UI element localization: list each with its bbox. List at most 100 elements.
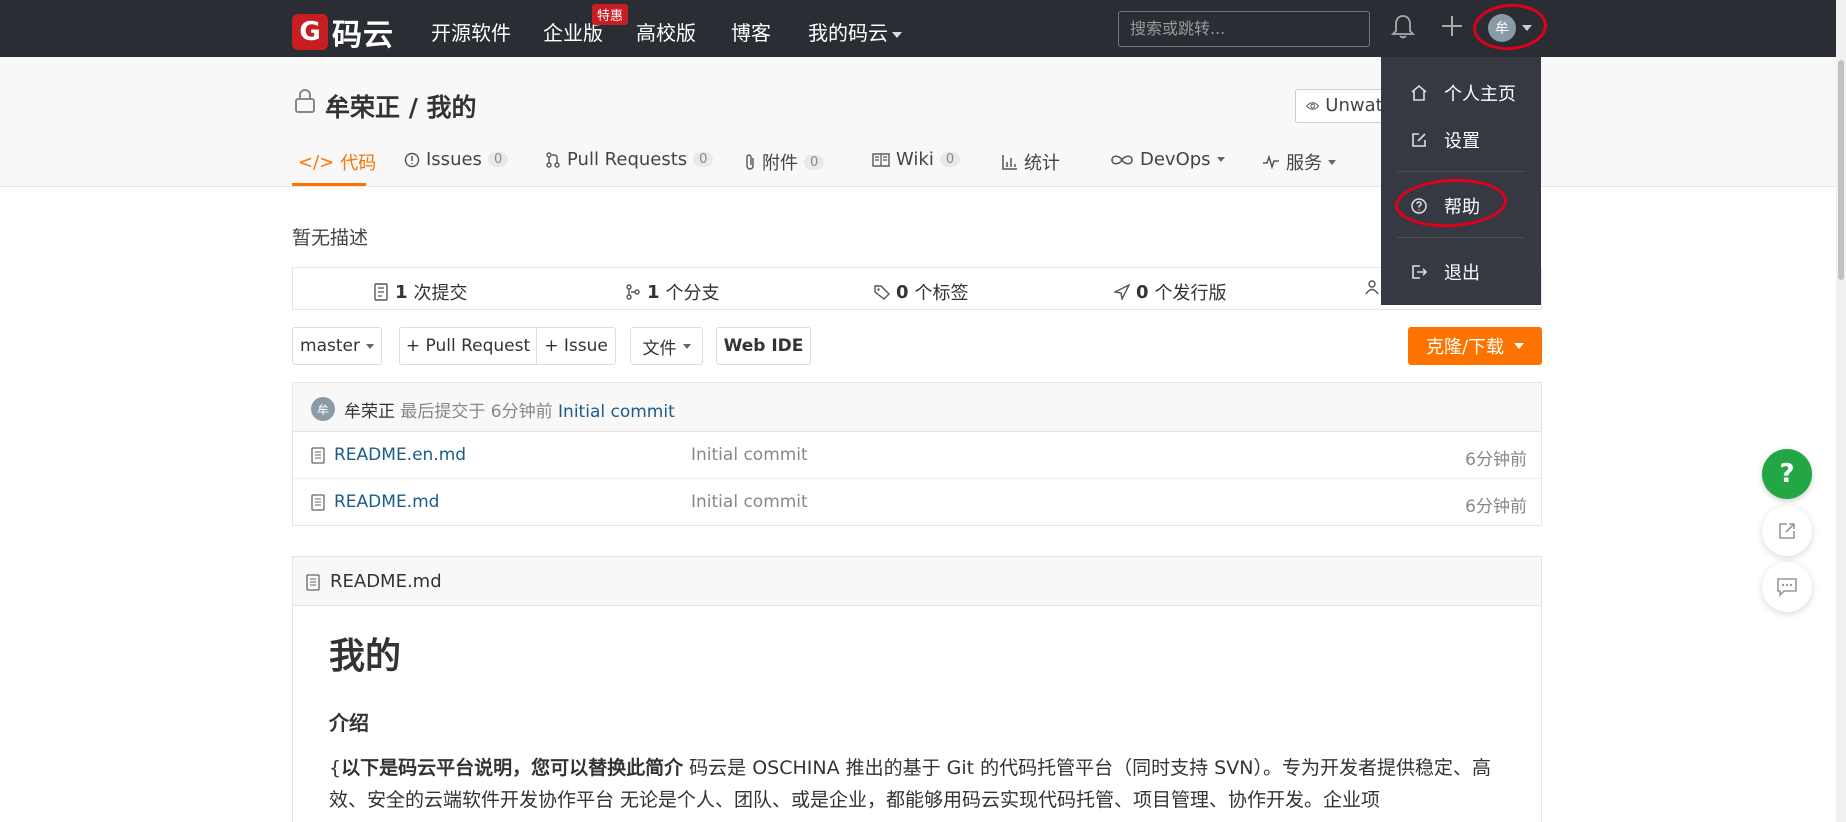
menu-item-settings[interactable]: 设置 xyxy=(1410,127,1480,153)
scrollbar-thumb[interactable] xyxy=(1838,60,1844,280)
pull-requests-count: 0 xyxy=(693,152,714,167)
avatar[interactable]: 牟 xyxy=(311,397,335,421)
nav-my-gitee[interactable]: 我的码云 xyxy=(808,17,902,46)
tab-pull-requests[interactable]: Pull Requests 0 xyxy=(545,149,714,170)
tab-wiki[interactable]: Wiki 0 xyxy=(872,149,961,170)
eye-icon xyxy=(1306,102,1320,110)
stat-branches[interactable]: 1 个分支 xyxy=(625,279,720,305)
chevron-down-icon xyxy=(365,343,374,349)
user-avatar[interactable]: 牟 xyxy=(1488,14,1516,42)
readme-panel: README.md 我的 介绍 {以下是码云平台说明，您可以替换此简介 码云是 … xyxy=(292,556,1542,822)
pulse-icon xyxy=(1263,155,1279,169)
tab-services-label: 服务 xyxy=(1286,153,1322,174)
file-name-link[interactable]: README.md xyxy=(334,492,439,512)
commit-message-link[interactable]: Initial commit xyxy=(558,402,675,422)
project-title[interactable]: 牟荣正 / 我的 xyxy=(325,88,477,124)
new-issue-button[interactable]: + Issue xyxy=(536,327,616,365)
clone-download-label: 克隆/下载 xyxy=(1425,337,1505,358)
chevron-down-icon xyxy=(1514,343,1525,349)
repo-stats-bar: 1 次提交 1 个分支 0 个标签 0 个发行版 xyxy=(292,267,1542,310)
stat-commits[interactable]: 1 次提交 xyxy=(373,279,468,305)
home-icon xyxy=(1411,84,1427,101)
branch-select-label: master xyxy=(300,336,360,356)
stat-releases[interactable]: 0 个发行版 xyxy=(1114,279,1227,305)
nav-my-gitee-label: 我的码云 xyxy=(808,21,888,45)
tab-attachments-label: 附件 xyxy=(762,153,798,174)
floating-chat-button[interactable] xyxy=(1762,562,1812,612)
lock-icon xyxy=(293,88,317,119)
info-circle-icon xyxy=(404,152,420,167)
menu-item-help[interactable]: 帮助 xyxy=(1410,193,1480,219)
bar-chart-icon xyxy=(1002,155,1017,170)
readme-brace: { xyxy=(329,757,342,779)
plus-icon[interactable] xyxy=(1440,14,1464,43)
nav-university[interactable]: 高校版 xyxy=(636,17,696,46)
book-icon xyxy=(872,152,890,167)
file-commit-message[interactable]: Initial commit xyxy=(691,445,808,465)
active-tab-underline xyxy=(292,183,366,186)
commit-icon xyxy=(374,283,388,301)
tab-code[interactable]: </> 代码 xyxy=(298,149,376,175)
releases-count: 0 xyxy=(1136,281,1149,303)
files-dropdown[interactable]: 文件 xyxy=(630,327,703,365)
bell-icon[interactable] xyxy=(1390,13,1416,46)
tab-services[interactable]: 服务 xyxy=(1262,149,1336,175)
clone-download-button[interactable]: 克隆/下载 xyxy=(1408,327,1542,365)
tab-wiki-label: Wiki xyxy=(896,149,934,170)
logout-icon xyxy=(1412,265,1428,279)
nav-blog[interactable]: 博客 xyxy=(731,17,771,46)
floating-help-button[interactable]: ? xyxy=(1762,449,1812,499)
file-icon xyxy=(306,574,320,591)
tab-devops[interactable]: DevOps xyxy=(1110,149,1225,170)
file-commit-time: 6分钟前 xyxy=(1465,497,1527,517)
readme-paragraph: {以下是码云平台说明，您可以替换此简介 码云是 OSCHINA 推出的基于 Gi… xyxy=(329,752,1509,816)
readme-subheading: 介绍 xyxy=(329,711,369,735)
tab-stats[interactable]: 统计 xyxy=(1002,149,1060,175)
top-navbar: G 码云 开源软件 企业版 特惠 高校版 博客 我的码云 搜索或跳转... 牟 xyxy=(0,0,1846,57)
menu-item-profile[interactable]: 个人主页 xyxy=(1410,80,1516,106)
tab-attachments[interactable]: 附件 0 xyxy=(744,149,825,175)
logo[interactable]: G 码云 xyxy=(292,10,394,54)
readme-filename: README.md xyxy=(330,571,442,592)
logo-text: 码云 xyxy=(332,18,394,53)
file-name-link[interactable]: README.en.md xyxy=(334,445,466,465)
infinity-icon xyxy=(1111,154,1133,165)
branch-select[interactable]: master xyxy=(292,327,382,365)
menu-item-logout[interactable]: 退出 xyxy=(1410,259,1480,285)
attachments-count: 0 xyxy=(804,154,825,170)
chevron-down-icon xyxy=(1328,159,1336,165)
chevron-down-icon xyxy=(1216,157,1225,162)
logo-mark: G xyxy=(292,14,328,50)
menu-item-logout-label: 退出 xyxy=(1444,263,1480,284)
tab-issues[interactable]: Issues 0 xyxy=(404,149,509,170)
chevron-down-icon[interactable] xyxy=(1522,25,1532,31)
commit-author[interactable]: 牟荣正 xyxy=(344,402,395,422)
new-pull-request-button[interactable]: + Pull Request xyxy=(399,327,537,365)
menu-item-help-label: 帮助 xyxy=(1444,197,1480,218)
question-circle-icon xyxy=(1411,198,1427,214)
file-commit-time: 6分钟前 xyxy=(1465,450,1527,470)
nav-open-source[interactable]: 开源软件 xyxy=(431,17,511,46)
release-icon xyxy=(1114,284,1130,300)
menu-divider xyxy=(1397,171,1525,172)
floating-feedback-button[interactable] xyxy=(1762,506,1812,556)
chevron-down-icon xyxy=(682,343,691,349)
web-ide-button[interactable]: Web IDE xyxy=(716,327,811,365)
stat-tags[interactable]: 0 个标签 xyxy=(874,279,969,305)
commit-meta: 最后提交于 6分钟前 xyxy=(400,402,553,422)
code-icon: </> xyxy=(298,151,335,173)
commits-label: 次提交 xyxy=(413,283,468,304)
pull-request-icon xyxy=(546,151,560,168)
search-input[interactable]: 搜索或跳转... xyxy=(1118,11,1370,47)
project-description: 暂无描述 xyxy=(292,227,369,249)
tag-icon xyxy=(874,285,890,300)
tab-devops-label: DevOps xyxy=(1140,149,1211,170)
releases-label: 个发行版 xyxy=(1154,283,1227,304)
file-commit-message[interactable]: Initial commit xyxy=(691,492,808,512)
special-offer-badge: 特惠 xyxy=(592,4,629,25)
share-edit-icon xyxy=(1779,523,1795,539)
stat-contributors[interactable] xyxy=(1363,279,1381,295)
chat-icon xyxy=(1777,578,1797,597)
readme-bold-text: 以下是码云平台说明，您可以替换此简介 xyxy=(341,757,684,779)
table-row: README.en.md Initial commit 6分钟前 xyxy=(293,432,1541,479)
